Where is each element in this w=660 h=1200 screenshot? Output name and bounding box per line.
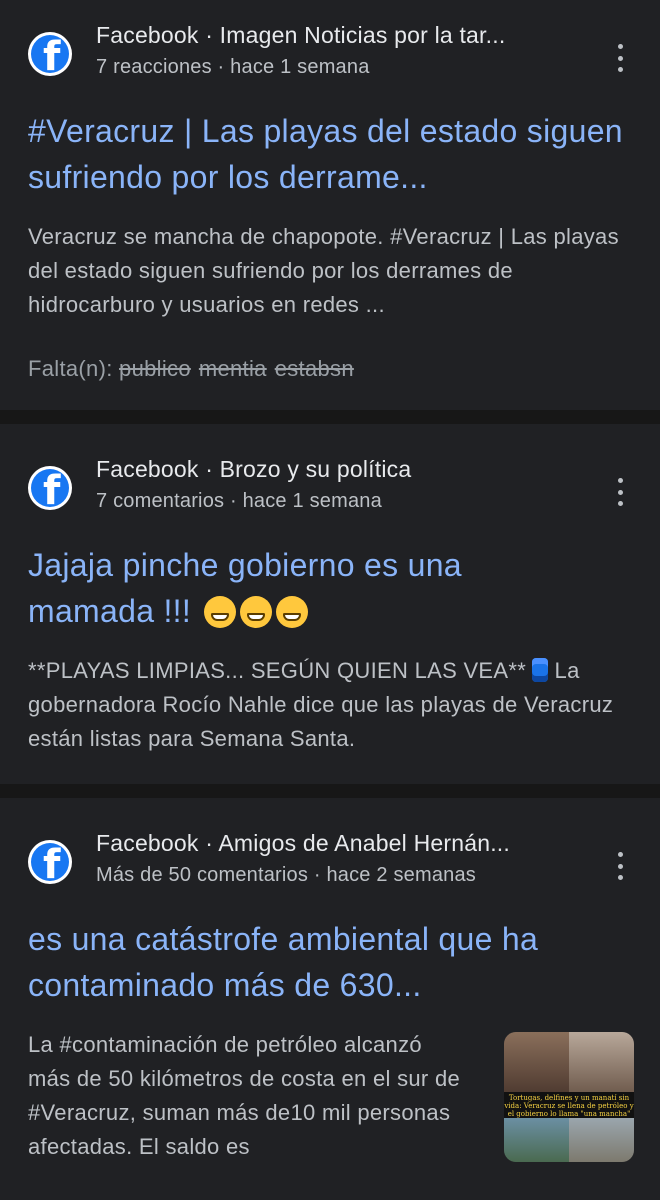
source-row[interactable]: f Facebook · Amigos de Anabel Hernán... …	[28, 826, 632, 890]
result-meta: Más de 50 comentarios · hace 2 semanas	[96, 864, 477, 886]
more-vert-icon[interactable]	[608, 474, 632, 510]
result-meta: 7 reacciones · hace 1 semana	[96, 56, 370, 78]
thumbnail-caption: Tortugas, delfines y un manatí sin vida:…	[504, 1092, 634, 1118]
missing-terms: Falta(n): publico mentia estabsn	[28, 356, 362, 382]
facebook-icon: f	[28, 466, 72, 510]
thumbnail-photo	[504, 1032, 569, 1094]
source-name: Facebook · Imagen Noticias por la tar...	[96, 22, 506, 48]
result-snippet: La #contaminación de petróleo alcanzó má…	[28, 1032, 461, 1159]
sweat-smile-emoji-icon	[276, 596, 309, 628]
source-name: Facebook · Brozo y su política	[96, 456, 412, 482]
source-row[interactable]: f Facebook · Brozo y su política 7 comen…	[28, 452, 632, 516]
missing-word[interactable]: mentia	[199, 356, 267, 381]
thumbnail-photo	[569, 1118, 634, 1162]
source-name: Facebook · Amigos de Anabel Hernán...	[96, 830, 510, 856]
result-card[interactable]: f Facebook · Imagen Noticias por la tar.…	[0, 0, 660, 410]
result-divider	[0, 410, 660, 424]
result-title[interactable]: es una catástrofe ambiental que ha conta…	[28, 916, 632, 1008]
snippet-headline: **PLAYAS LIMPIAS... SEGÚN QUIEN LAS VEA*…	[28, 658, 527, 683]
thumbnail-photo	[569, 1032, 634, 1094]
result-thumbnail[interactable]: Tortugas, delfines y un manatí sin vida:…	[504, 1032, 634, 1162]
result-card[interactable]: f Facebook · Brozo y su política 7 comen…	[0, 424, 660, 784]
missing-word[interactable]: estabsn	[275, 356, 354, 381]
search-results-page: f Facebook · Imagen Noticias por la tar.…	[0, 0, 660, 1200]
tears-of-joy-emoji-icon	[240, 596, 273, 628]
missing-word[interactable]: publico	[119, 356, 191, 381]
facebook-icon: f	[28, 32, 72, 76]
result-title[interactable]: #Veracruz | Las playas del estado siguen…	[28, 108, 632, 200]
result-snippet: **PLAYAS LIMPIAS... SEGÚN QUIEN LAS VEA*…	[28, 654, 628, 756]
result-title[interactable]: Jajaja pinche gobierno es una mamada !!!	[28, 542, 588, 634]
result-meta: 7 comentarios · hace 1 semana	[96, 490, 382, 512]
result-card[interactable]: f Facebook · Amigos de Anabel Hernán... …	[0, 798, 660, 1200]
thumbnail-photo	[504, 1118, 569, 1162]
source-row[interactable]: f Facebook · Imagen Noticias por la tar.…	[28, 18, 632, 82]
more-vert-icon[interactable]	[608, 40, 632, 76]
result-divider	[0, 784, 660, 798]
oil-drum-icon	[532, 658, 549, 682]
more-vert-icon[interactable]	[608, 848, 632, 884]
result-snippet: Veracruz se mancha de chapopote. #Veracr…	[28, 224, 619, 317]
missing-label: Falta(n):	[28, 356, 113, 381]
grinning-emoji-icon	[204, 596, 237, 628]
facebook-icon: f	[28, 840, 72, 884]
